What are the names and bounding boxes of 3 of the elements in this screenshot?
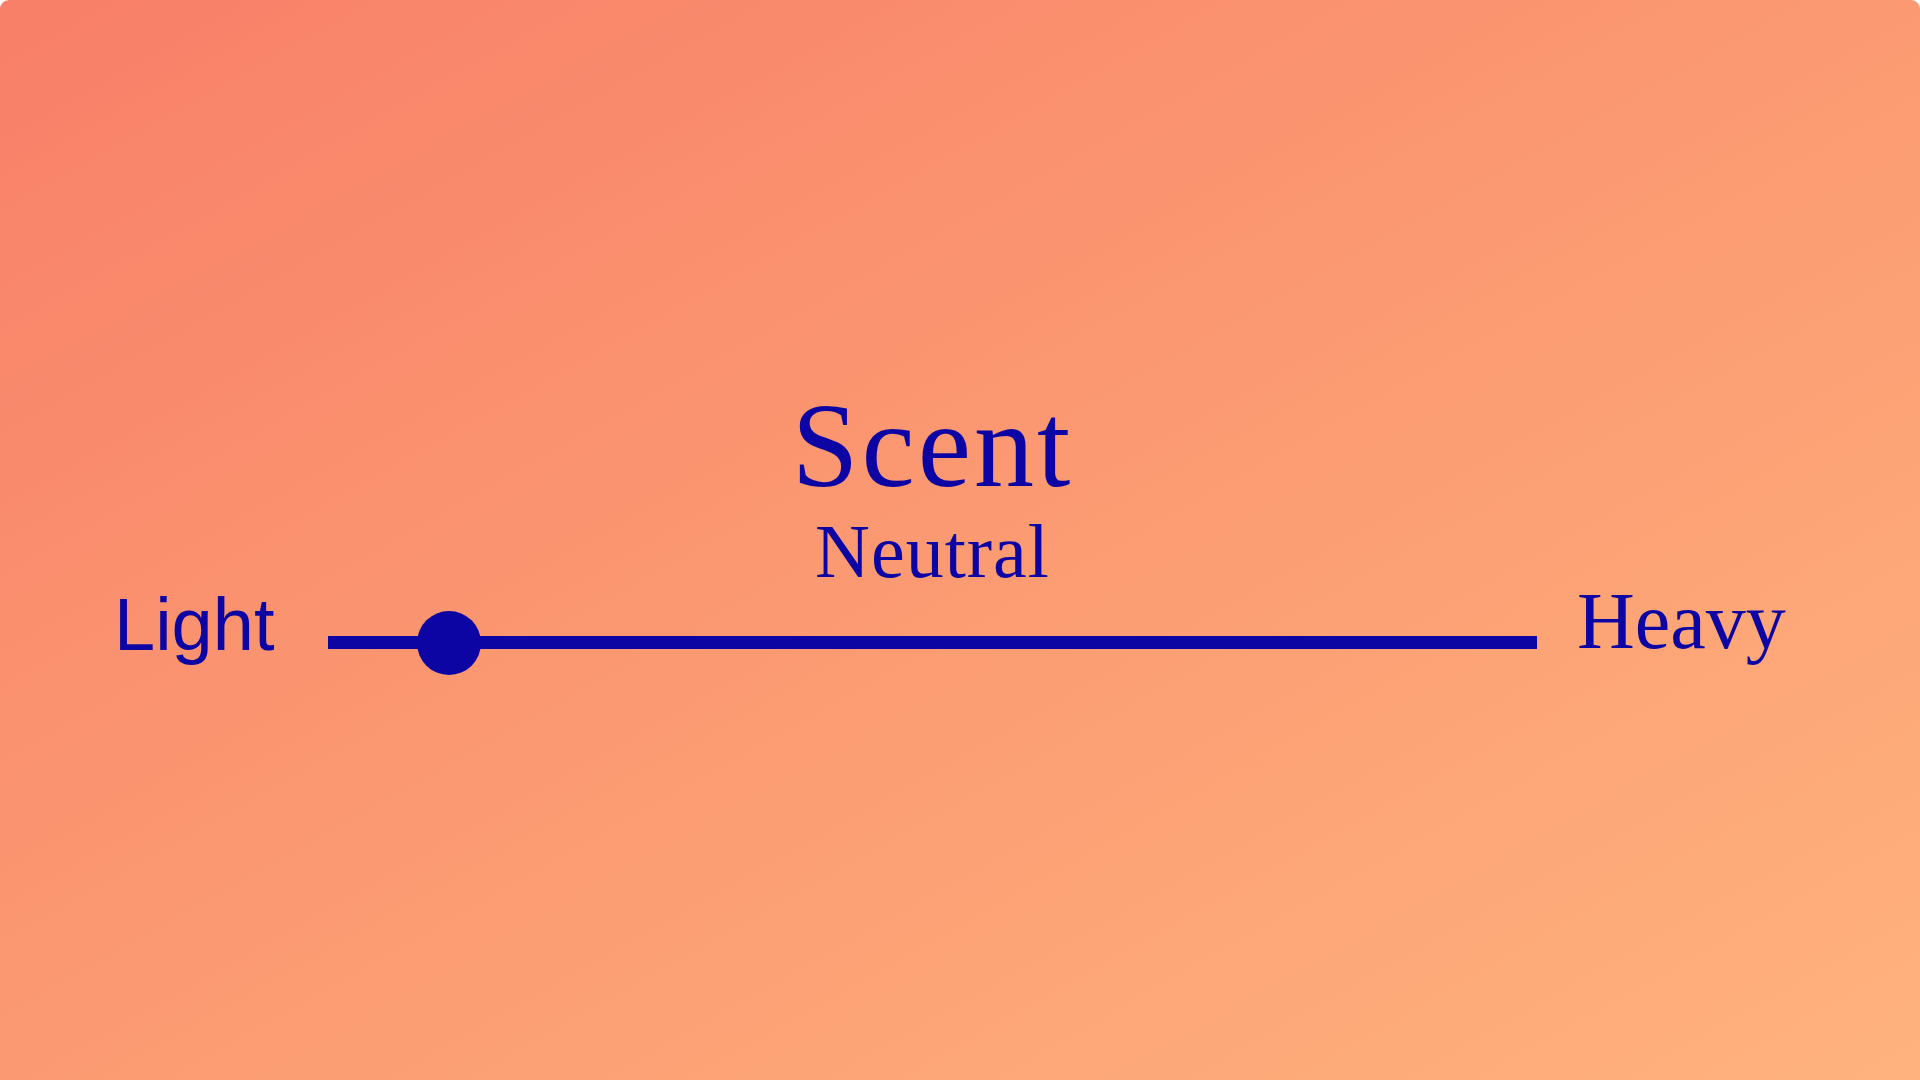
max-label: Heavy [1577,576,1786,666]
slider-title: Scent [791,386,1074,506]
slider-value: Neutral [815,518,1050,584]
